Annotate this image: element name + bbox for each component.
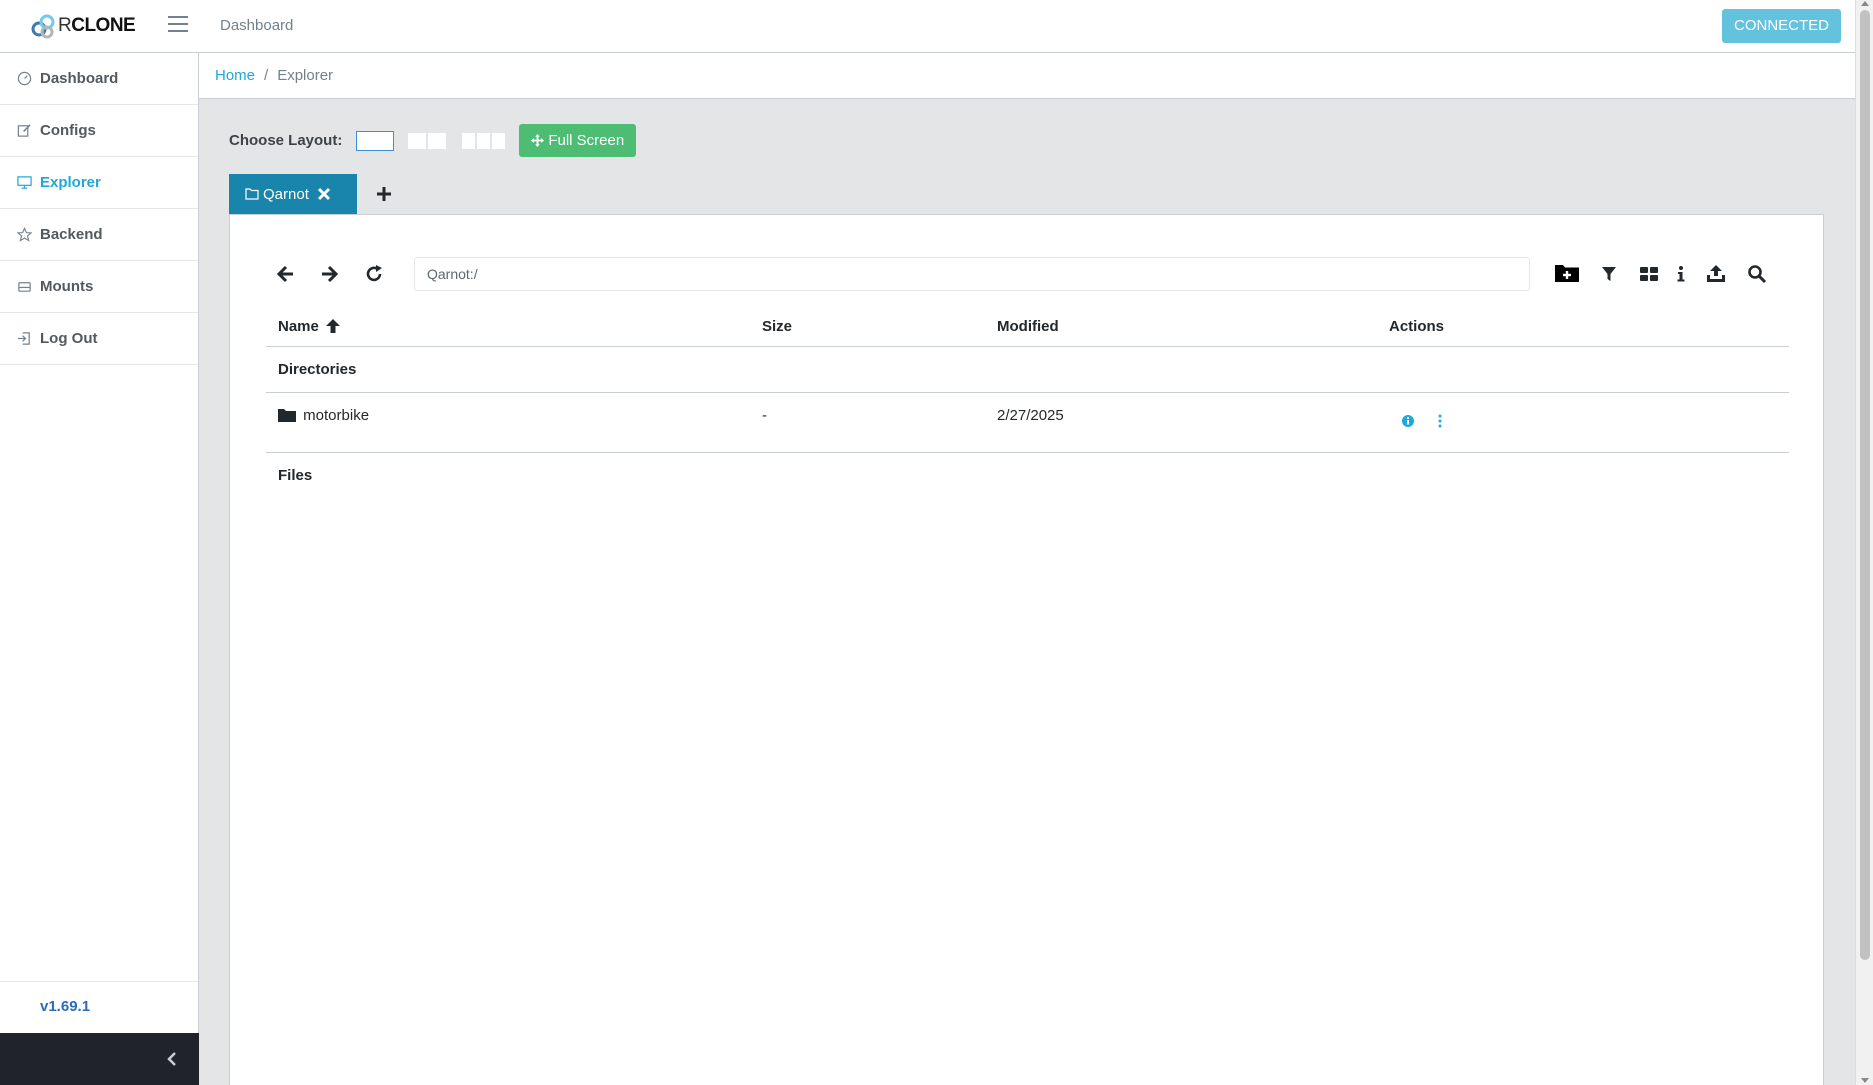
version-label: v1.69.1 — [0, 981, 198, 1033]
logo-suffix: CLONE — [71, 15, 136, 36]
explorer-tabs: Qarnot — [229, 174, 393, 214]
sidebar-item-label: Backend — [40, 226, 103, 243]
sort-ascending-icon — [326, 319, 341, 333]
grid-view-icon[interactable] — [1639, 264, 1659, 284]
chevron-left-icon[interactable] — [165, 1051, 179, 1067]
rclone-logo-icon — [31, 14, 55, 39]
forward-arrow-icon[interactable] — [319, 264, 339, 284]
logo-text: RCLONE — [58, 15, 136, 37]
drive-icon — [16, 279, 32, 295]
sidebar-item-label: Explorer — [40, 174, 101, 191]
connected-status-button[interactable]: CONNECTED — [1721, 9, 1841, 43]
layout-option-3[interactable] — [460, 130, 508, 151]
monitor-icon — [16, 175, 32, 191]
directories-section: Directories — [266, 347, 1789, 393]
column-modified-header[interactable]: Modified — [997, 318, 1059, 335]
move-icon — [531, 134, 545, 147]
directory-name-cell[interactable]: motorbike — [278, 407, 369, 424]
fullscreen-button[interactable]: Full Screen — [519, 124, 637, 157]
add-tab-icon[interactable] — [375, 185, 393, 203]
page-scrollbar[interactable] — [1855, 0, 1873, 1085]
scrollbar-thumb[interactable] — [1860, 10, 1870, 960]
folder-outline-icon — [245, 188, 259, 200]
file-table: Name Size Modified Actions Directories m… — [266, 305, 1789, 499]
info-circle-icon[interactable] — [1401, 413, 1415, 429]
tab-qarnot[interactable]: Qarnot — [229, 174, 357, 214]
sidebar-item-label: Log Out — [40, 330, 98, 347]
info-icon[interactable] — [1676, 264, 1686, 284]
edit-icon — [16, 123, 32, 139]
app-header: RCLONE Dashboard CONNECTED — [0, 0, 1855, 53]
header-dashboard-link[interactable]: Dashboard — [220, 17, 293, 34]
layout-option-1[interactable] — [356, 130, 395, 151]
sidebar-item-backend[interactable]: Backend — [0, 209, 198, 261]
sidebar-item-mounts[interactable]: Mounts — [0, 261, 198, 313]
column-size-header[interactable]: Size — [762, 318, 792, 335]
directory-name: motorbike — [303, 407, 370, 424]
folder-icon — [278, 409, 296, 422]
path-input[interactable] — [414, 257, 1530, 291]
back-arrow-icon[interactable] — [276, 264, 296, 284]
sidebar-item-configs[interactable]: Configs — [0, 105, 198, 157]
scroll-up-icon[interactable] — [1861, 1, 1869, 6]
new-folder-icon[interactable] — [1554, 262, 1580, 284]
table-header: Name Size Modified Actions — [266, 305, 1789, 347]
search-icon[interactable] — [1747, 264, 1767, 284]
filter-icon[interactable] — [1601, 264, 1617, 284]
directory-size: - — [762, 407, 767, 424]
sidebar: Dashboard Configs Explorer Backend Mount… — [0, 53, 199, 1085]
files-section: Files — [266, 453, 1789, 499]
table-row[interactable]: motorbike - 2/27/2025 — [266, 393, 1789, 453]
column-actions-header: Actions — [1389, 318, 1445, 335]
star-icon — [16, 227, 32, 243]
sidebar-item-label: Configs — [40, 122, 96, 139]
sidebar-item-label: Mounts — [40, 278, 94, 295]
logout-icon — [16, 331, 32, 347]
column-name-label: Name — [278, 318, 319, 335]
explorer-toolbar — [266, 257, 1786, 291]
upload-icon[interactable] — [1706, 264, 1726, 284]
breadcrumb: Home / Explorer — [199, 53, 1855, 99]
more-options-icon[interactable] — [1437, 413, 1443, 429]
rclone-logo[interactable]: RCLONE — [30, 12, 136, 40]
layout-option-2[interactable] — [406, 130, 449, 151]
speedometer-icon — [16, 71, 32, 87]
layout-chooser: Choose Layout: Full Screen — [229, 124, 637, 157]
sidebar-footer — [0, 1033, 199, 1085]
logo-prefix: R — [58, 15, 72, 36]
sidebar-item-logout[interactable]: Log Out — [0, 313, 198, 365]
breadcrumb-separator: / — [264, 67, 269, 84]
directories-label: Directories — [278, 361, 357, 378]
explorer-panel: Name Size Modified Actions Directories m… — [229, 214, 1824, 1085]
directory-modified: 2/27/2025 — [997, 407, 1064, 424]
sidebar-item-label: Dashboard — [40, 70, 119, 87]
tab-label: Qarnot — [263, 185, 309, 203]
sidebar-item-dashboard[interactable]: Dashboard — [0, 53, 198, 105]
breadcrumb-current: Explorer — [277, 67, 334, 84]
sidebar-item-explorer[interactable]: Explorer — [0, 157, 198, 209]
close-icon[interactable] — [317, 187, 331, 201]
sidebar-toggle-icon[interactable] — [168, 16, 188, 34]
column-name-header[interactable]: Name — [278, 318, 341, 335]
fullscreen-label: Full Screen — [548, 132, 625, 149]
scroll-down-icon[interactable] — [1861, 1078, 1869, 1083]
layout-label: Choose Layout: — [229, 132, 343, 149]
refresh-icon[interactable] — [364, 264, 384, 284]
files-label: Files — [278, 467, 313, 484]
breadcrumb-home-link[interactable]: Home — [215, 67, 255, 84]
